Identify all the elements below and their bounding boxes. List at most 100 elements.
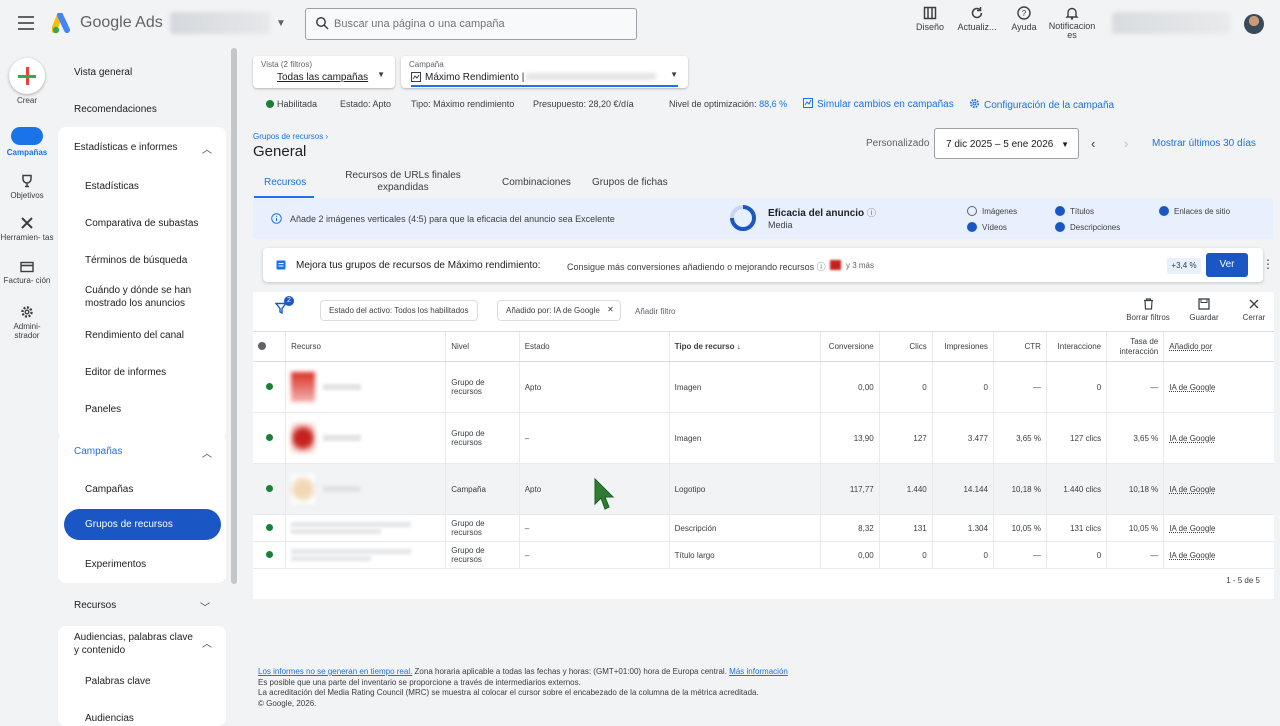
header-interactions[interactable]: Interaccione (1045, 331, 1107, 362)
rail-item-admin[interactable]: Admini- strador (0, 305, 54, 340)
view-filter-dropdown[interactable]: Vista (2 filtros) Todas las campañas ▼ (253, 56, 395, 88)
nav-group-insights-title[interactable]: Estadísticas e informes (74, 142, 177, 153)
table-row[interactable]: Grupo de recursos – Descripción 8,32 131… (253, 514, 1274, 542)
asset-name-blurred (323, 384, 362, 390)
nav-group-audiences-title[interactable]: Audiencias, palabras clave y contenido (74, 631, 200, 657)
chevron-down-icon[interactable]: ▼ (276, 18, 286, 29)
nav-item-report-editor[interactable]: Editor de informes (85, 366, 217, 379)
simulate-changes-link[interactable]: Simular cambios en campañas (803, 98, 954, 110)
nav-item-keywords[interactable]: Palabras clave (85, 675, 217, 688)
nav-recommendations[interactable]: Recomendaciones (74, 104, 157, 115)
filter-chip-status[interactable]: Estado del activo: Todos los habilitados (320, 300, 478, 321)
nav-item-auction-insights[interactable]: Comparativa de subastas (85, 217, 217, 230)
cell-status: – (518, 412, 670, 464)
rail-item-tools[interactable]: Herramien- tas (0, 216, 54, 242)
status-dot-icon (265, 484, 273, 492)
account-selector[interactable] (170, 12, 270, 34)
chevron-up-icon[interactable]: ︿ (202, 141, 212, 156)
header-added-by[interactable]: Añadido por (1163, 331, 1274, 362)
tab-combinations[interactable]: Combinaciones (502, 177, 571, 189)
save-button[interactable]: Guardar (1185, 298, 1223, 322)
asset-thumbnail[interactable] (291, 372, 316, 402)
close-icon[interactable]: ✕ (607, 305, 614, 314)
help-icon[interactable]: ⓘ (867, 208, 876, 218)
rail-item-objectives[interactable]: Objetivos (0, 174, 54, 200)
nav-overview[interactable]: Vista general (74, 67, 132, 78)
nav-item-experiments[interactable]: Experimentos (85, 558, 217, 571)
menu-icon[interactable] (18, 16, 34, 30)
cell-type: Descripción (668, 514, 821, 542)
nav-item-search-terms[interactable]: Términos de búsqueda (85, 254, 217, 267)
asset-thumbnail[interactable] (291, 474, 316, 504)
tab-assets[interactable]: Recursos (264, 177, 306, 189)
table-row[interactable]: Grupo de recursos – Título largo 0,00 0 … (253, 541, 1274, 569)
campaign-dropdown[interactable]: Campaña Máximo Rendimiento | ▼ (401, 56, 688, 88)
header-interaction-rate[interactable]: Tasa de interacción (1106, 331, 1164, 362)
nav-item-statistics[interactable]: Estadísticas (85, 180, 217, 193)
header-status[interactable]: Estado (518, 331, 670, 362)
previous-period-icon[interactable]: ‹ (1091, 136, 1095, 151)
design-button[interactable]: Diseño (912, 6, 948, 32)
search-input[interactable] (334, 15, 624, 33)
campaign-settings-link[interactable]: Configuración de la campaña (969, 98, 1114, 111)
chevron-down-icon[interactable]: ﹀ (200, 599, 210, 614)
header-impressions[interactable]: Impresiones (931, 331, 994, 362)
breadcrumb[interactable]: Grupos de recursos › (253, 132, 328, 141)
more-options-icon[interactable]: ⋮ (1262, 257, 1274, 271)
footer: Los informes no se generan en tiempo rea… (258, 667, 788, 709)
rail-item-billing[interactable]: Factura- ción (0, 261, 54, 285)
add-filter-button[interactable]: Añadir filtro (635, 307, 675, 316)
footer-copyright: © Google, 2026. (258, 698, 317, 708)
optimization-value[interactable]: 88,6 % (759, 99, 787, 109)
nav-item-campaigns[interactable]: Campañas (85, 483, 217, 496)
nav-assets[interactable]: Recursos (74, 600, 116, 611)
filter-chip-added-by[interactable]: Añadido por: IA de Google ✕ (497, 300, 621, 321)
cell-conversions: 0,00 (819, 361, 880, 413)
nav-item-audiences[interactable]: Audiencias (85, 712, 217, 725)
clear-filters-button[interactable]: Borrar filtros (1123, 298, 1173, 322)
chevron-up-icon[interactable]: ︿ (202, 635, 212, 650)
more-info-link[interactable]: Más información (729, 667, 788, 676)
nav-item-dashboards[interactable]: Paneles (85, 403, 217, 416)
refresh-button[interactable]: Actualiz... (956, 6, 998, 32)
status-dot-icon (265, 433, 273, 441)
table-row[interactable]: Grupo de recursos Apto Imagen 0,00 0 0 —… (253, 361, 1274, 413)
asset-text-blurred (291, 556, 372, 561)
rail-campaigns-label: Campañas (6, 148, 48, 157)
header-clicks[interactable]: Clics (878, 331, 933, 362)
cell-conversions: 13,90 (819, 412, 880, 464)
nav-item-channel-performance[interactable]: Rendimiento del canal (85, 329, 217, 342)
header-asset-type[interactable]: Tipo de recurso ↓ (668, 331, 821, 362)
nav-item-where-when[interactable]: Cuándo y dónde se han mostrado los anunc… (85, 284, 217, 310)
nav-item-asset-groups[interactable]: Grupos de recursos (64, 509, 221, 540)
cell-impressions: 0 (931, 541, 994, 569)
rail-item-campaigns[interactable]: Campañas (0, 127, 54, 157)
close-button[interactable]: Cerrar (1237, 298, 1271, 322)
next-period-icon[interactable]: › (1124, 136, 1128, 151)
sidenav-scrollbar[interactable] (231, 48, 237, 584)
header-ctr[interactable]: CTR (992, 331, 1047, 362)
date-range-picker[interactable]: 7 dic 2025 – 5 ene 2026 ▼ (934, 128, 1079, 159)
chevron-up-icon[interactable]: ︿ (202, 445, 212, 460)
notifications-button[interactable]: Notificacion es (1046, 6, 1098, 40)
help-icon[interactable]: ⓘ (817, 262, 826, 272)
table-row[interactable]: Grupo de recursos – Imagen 13,90 127 3.4… (253, 412, 1274, 464)
header-conversions[interactable]: Conversione (819, 331, 880, 362)
nav-group-campaigns-title[interactable]: Campañas (74, 446, 122, 457)
search-box[interactable] (305, 8, 637, 40)
pmax-icon (411, 72, 421, 82)
show-last-30-days-link[interactable]: Mostrar últimos 30 días (1152, 138, 1256, 149)
table-row[interactable]: Campaña Apto Logotipo 117,77 1.440 14.14… (253, 463, 1274, 515)
asset-text-blurred (291, 529, 382, 534)
help-button[interactable]: ? Ayuda (1008, 6, 1040, 32)
realtime-link[interactable]: Los informes no se generan en tiempo rea… (258, 667, 412, 676)
avatar[interactable] (1244, 14, 1264, 34)
user-account[interactable] (1112, 12, 1230, 34)
tab-expanded-urls[interactable]: Recursos de URLs finales expandidas (337, 170, 469, 194)
create-button[interactable] (9, 58, 45, 94)
header-level[interactable]: Nivel (445, 331, 520, 362)
header-asset[interactable]: Recurso (285, 331, 446, 362)
asset-thumbnail[interactable] (291, 423, 316, 453)
view-button[interactable]: Ver (1206, 253, 1248, 277)
tab-listing-groups[interactable]: Grupos de fichas (592, 177, 668, 189)
